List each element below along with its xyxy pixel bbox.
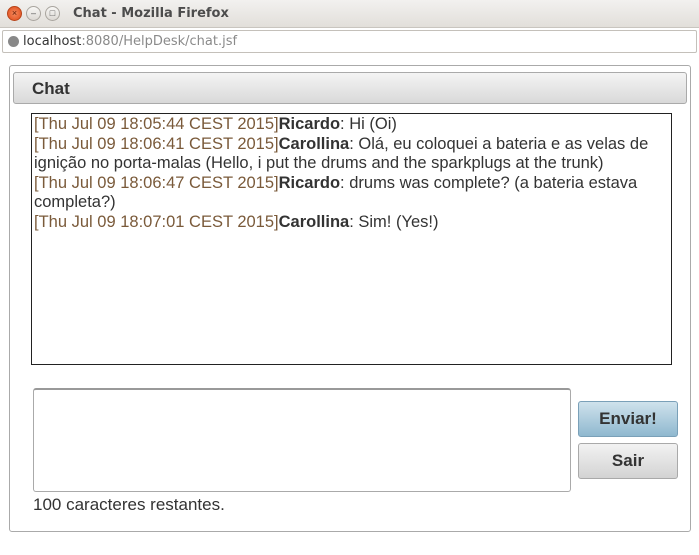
chat-message: [Thu Jul 09 18:07:01 CEST 2015]Carollina… (34, 213, 669, 233)
panel-title: Chat (32, 79, 70, 98)
message-text: : Sim! (Yes!) (349, 212, 439, 231)
panel-header: Chat (13, 72, 687, 104)
message-timestamp: [Thu Jul 09 18:06:41 CEST 2015] (34, 134, 279, 153)
message-text: : Hi (Oi) (340, 115, 397, 133)
chat-message: [Thu Jul 09 18:06:47 CEST 2015]Ricardo: … (34, 174, 669, 213)
chat-message: [Thu Jul 09 18:05:44 CEST 2015]Ricardo: … (34, 115, 669, 135)
url-path: :8080/HelpDesk/chat.jsf (81, 34, 238, 49)
window-title: Chat - Mozilla Firefox (73, 6, 229, 21)
message-timestamp: [Thu Jul 09 18:07:01 CEST 2015] (34, 212, 279, 231)
chat-panel: Chat [Thu Jul 09 18:05:44 CEST 2015]Rica… (9, 65, 691, 532)
chat-message: [Thu Jul 09 18:06:41 CEST 2015]Carollina… (34, 135, 669, 174)
minimize-window-button[interactable]: – (26, 6, 41, 21)
url-text[interactable]: localhost:8080/HelpDesk/chat.jsf (23, 34, 237, 49)
window-titlebar: × – □ Chat - Mozilla Firefox (0, 0, 699, 28)
url-host: localhost (23, 34, 82, 49)
characters-remaining: 100 caracteres restantes. (33, 495, 225, 514)
chat-log: [Thu Jul 09 18:05:44 CEST 2015]Ricardo: … (31, 113, 672, 365)
message-user: Ricardo (278, 115, 341, 133)
message-user: Carollina (278, 212, 350, 231)
maximize-window-button[interactable]: □ (45, 6, 60, 21)
message-input[interactable] (33, 388, 571, 492)
close-window-button[interactable]: × (7, 6, 22, 21)
message-timestamp: [Thu Jul 09 18:06:47 CEST 2015] (34, 173, 279, 192)
message-user: Ricardo (278, 173, 341, 192)
message-user: Carollina (278, 134, 350, 153)
send-button[interactable]: Enviar! (578, 401, 678, 437)
message-timestamp: [Thu Jul 09 18:05:44 CEST 2015] (34, 115, 279, 133)
exit-button[interactable]: Sair (578, 443, 678, 479)
globe-icon (8, 36, 19, 47)
url-bar[interactable]: localhost:8080/HelpDesk/chat.jsf (2, 30, 697, 53)
